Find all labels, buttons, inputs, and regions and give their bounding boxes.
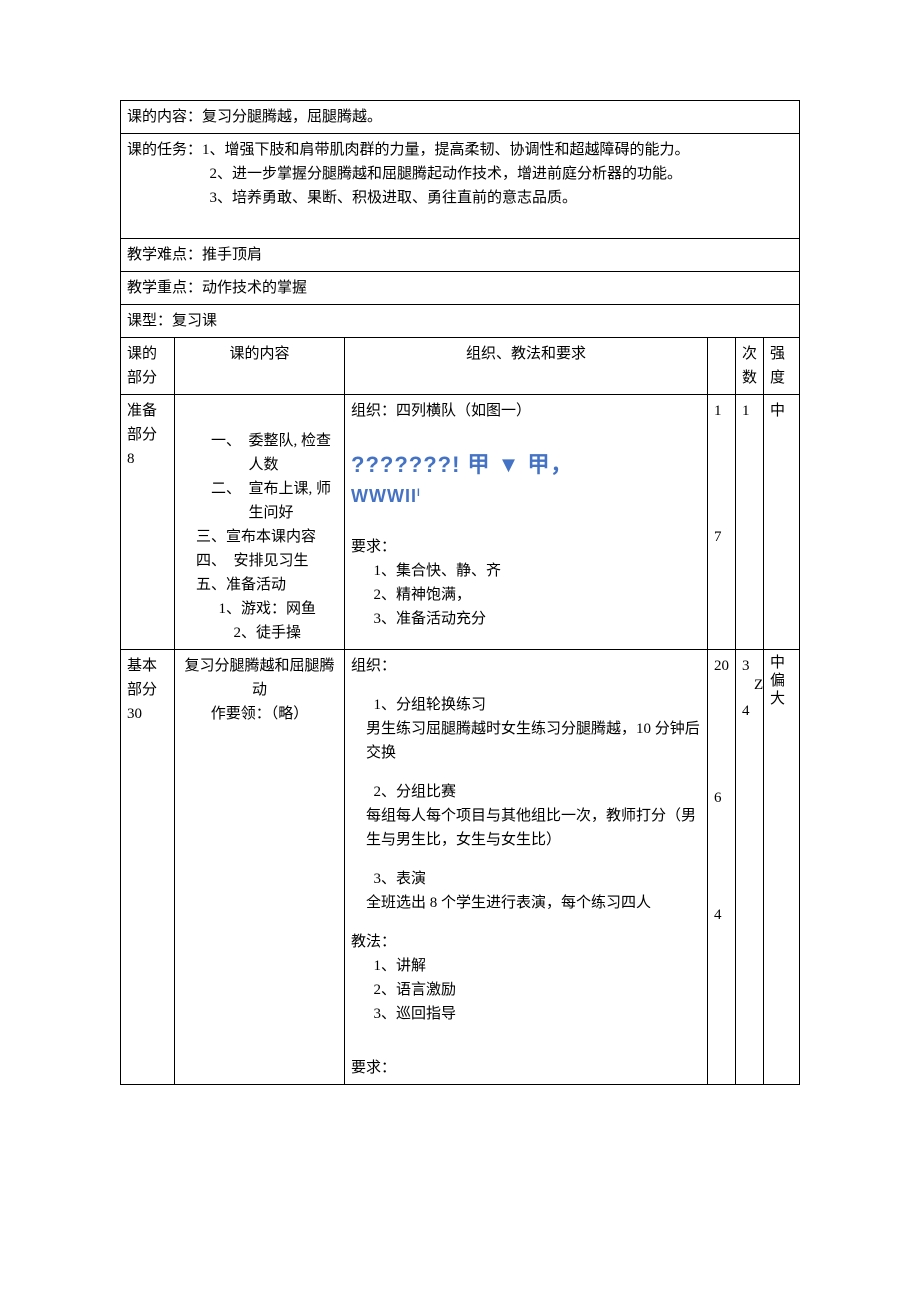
- difficulty-text: 推手顶肩: [202, 247, 262, 263]
- basic-m1: 1、讲解: [374, 954, 702, 978]
- basic-org-label: 组织：: [351, 654, 701, 678]
- prep-num-a1: 1: [714, 399, 729, 423]
- basic-method-label: 教法：: [351, 930, 701, 954]
- prep-c5: 五、准备活动: [196, 573, 338, 597]
- prep-numcol-b: 1: [736, 395, 764, 650]
- prep-c3: 三、宣布本课内容: [196, 525, 338, 549]
- basic-content-cell: 复习分腿腾越和屈腿腾动 作要领：（略）: [175, 650, 345, 1085]
- prep-org-cell: 组织：四列横队（如图一） ???????! 甲 ▼ 甲， WWWIIl 要求： …: [345, 395, 708, 650]
- prep-intensity: 中: [770, 403, 785, 419]
- prep-intensity-cell: 中: [764, 395, 800, 650]
- column-header-row: 课的部分 课的内容 组织、教法和要求 次数 强度: [121, 338, 800, 395]
- lesson-task-label: 课的任务：: [127, 142, 202, 158]
- basic-o3-title: 3、表演: [374, 867, 702, 891]
- lesson-content-text: 复习分腿腾越，屈腿腾越。: [202, 109, 382, 125]
- prep-c5a: 1、游戏：网鱼: [219, 597, 339, 621]
- lesson-plan-table: 课的内容：复习分腿腾越，屈腿腾越。 课的任务：1、增强下肢和肩带肌肉群的力量，提…: [120, 100, 800, 1085]
- basic-m2: 2、语言激励: [374, 978, 702, 1002]
- basic-num-a1: 20: [714, 654, 729, 678]
- basic-intensity-cell: 中偏大: [764, 650, 800, 1085]
- basic-intensity: 中偏大: [770, 654, 793, 708]
- basic-o3-body: 全班选出 8 个学生进行表演，每个练习四人: [366, 891, 701, 915]
- prep-c2: 二、 宣布上课, 师生问好: [249, 477, 339, 525]
- basic-content-1: 复习分腿腾越和屈腿腾动: [181, 654, 338, 702]
- formation-line-1: ???????! 甲 ▼ 甲，: [351, 447, 701, 482]
- lesson-plan-page: 课的内容：复习分腿腾越，屈腿腾越。 课的任务：1、增强下肢和肩带肌肉群的力量，提…: [0, 0, 920, 1125]
- basic-part-cell: 基本部分 30: [121, 650, 175, 1085]
- col-content: 课的内容: [175, 338, 345, 395]
- col-intensity: 强度: [764, 338, 800, 395]
- basic-o2-title: 2、分组比赛: [374, 780, 702, 804]
- prep-numcol-a: 1 7: [708, 395, 736, 650]
- prep-content-cell: 一、 委整队, 检查人数 二、 宣布上课, 师生问好 三、宣布本课内容 四、 安…: [175, 395, 345, 650]
- basic-org-cell: 组织： 1、分组轮换练习 男生练习屈腿腾越时女生练习分腿腾越，10 分钟后交换 …: [345, 650, 708, 1085]
- type-row: 课型：复习课: [121, 305, 800, 338]
- prep-part-label: 准备部分 8: [127, 403, 157, 467]
- lesson-task-3: 3、培养勇敢、果断、积极进取、勇往直前的意志品质。: [210, 186, 794, 210]
- lesson-content-label: 课的内容：: [127, 109, 202, 125]
- focus-label: 教学重点：: [127, 280, 202, 296]
- prep-num-b: 1: [742, 399, 757, 423]
- basic-num-b1-sub: Z: [754, 677, 763, 693]
- type-text: 复习课: [172, 313, 217, 329]
- type-label: 课型：: [127, 313, 172, 329]
- lesson-content-row: 课的内容：复习分腿腾越，屈腿腾越。: [121, 101, 800, 134]
- basic-o1-title: 1、分组轮换练习: [374, 693, 702, 717]
- prep-num-a2: 7: [714, 525, 729, 549]
- prep-req3: 3、准备活动充分: [374, 607, 702, 631]
- lesson-task-row: 课的任务：1、增强下肢和肩带肌肉群的力量，提高柔韧、协调性和超越障碍的能力。 2…: [121, 134, 800, 239]
- basic-o1-body: 男生练习屈腿腾越时女生练习分腿腾越，10 分钟后交换: [366, 717, 701, 765]
- prep-row: 准备部分 8 一、 委整队, 检查人数 二、 宣布上课, 师生问好 三、宣布本课…: [121, 395, 800, 650]
- basic-part-label: 基本部分 30: [127, 658, 157, 722]
- focus-text: 动作技术的掌握: [202, 280, 307, 296]
- col-part: 课的部分: [121, 338, 175, 395]
- col-times: 次数: [736, 338, 764, 395]
- basic-req-label: 要求：: [351, 1056, 701, 1080]
- basic-numcol-b: 3 Z 4: [736, 650, 764, 1085]
- basic-num-a2: 6: [714, 786, 729, 810]
- lesson-task-1: 1、增强下肢和肩带肌肉群的力量，提高柔韧、协调性和超越障碍的能力。: [202, 142, 690, 158]
- prep-c1: 一、 委整队, 检查人数: [249, 429, 339, 477]
- prep-part-cell: 准备部分 8: [121, 395, 175, 650]
- prep-c5b: 2、徒手操: [234, 621, 339, 645]
- col-blank: [708, 338, 736, 395]
- basic-num-b2: 4: [742, 699, 757, 723]
- difficulty-row: 教学难点：推手顶肩: [121, 239, 800, 272]
- prep-req-title: 要求：: [351, 535, 701, 559]
- basic-num-a3: 4: [714, 903, 729, 927]
- basic-content-2: 作要领：（略）: [181, 702, 338, 726]
- basic-row: 基本部分 30 复习分腿腾越和屈腿腾动 作要领：（略） 组织： 1、分组轮换练习…: [121, 650, 800, 1085]
- lesson-task-2: 2、进一步掌握分腿腾越和屈腿腾起动作技术，增进前庭分析器的功能。: [210, 162, 794, 186]
- basic-numcol-a: 20 6 4: [708, 650, 736, 1085]
- basic-num-b1: 3: [742, 658, 750, 674]
- prep-org-title: 组织：四列横队（如图一）: [351, 399, 701, 423]
- focus-row: 教学重点：动作技术的掌握: [121, 272, 800, 305]
- col-organization: 组织、教法和要求: [345, 338, 708, 395]
- prep-c4: 四、 安排见习生: [196, 549, 338, 573]
- basic-m3: 3、巡回指导: [374, 1002, 702, 1026]
- prep-req2: 2、精神饱满，: [374, 583, 702, 607]
- formation-line-2: WWWII: [351, 486, 417, 506]
- difficulty-label: 教学难点：: [127, 247, 202, 263]
- formation-sup: l: [417, 488, 420, 499]
- basic-o2-body: 每组每人每个项目与其他组比一次，教师打分（男生与男生比，女生与女生比）: [366, 804, 701, 852]
- prep-req1: 1、集合快、静、齐: [374, 559, 702, 583]
